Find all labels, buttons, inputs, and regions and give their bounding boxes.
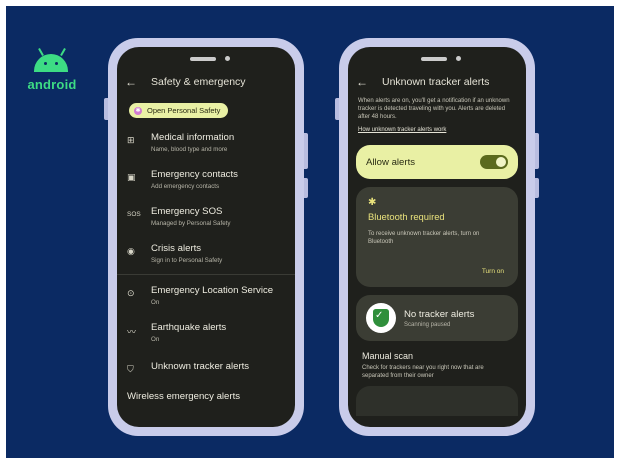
allow-alerts-label: Allow alerts xyxy=(366,156,416,168)
list-item-unknown-tracker-alerts[interactable]: ⛉ Unknown tracker alerts xyxy=(117,361,295,375)
allow-alerts-row[interactable]: Allow alerts xyxy=(356,145,518,179)
allow-alerts-toggle[interactable] xyxy=(480,155,508,169)
background-stage: android ← Safety & emergency ✱ Open Pers… xyxy=(6,6,614,458)
list-item-emergency-location-service[interactable]: ⊙ Emergency Location Service On xyxy=(117,285,295,306)
section-title-wireless-emergency-alerts[interactable]: Wireless emergency alerts xyxy=(117,391,295,402)
item-subtitle: Add emergency contacts xyxy=(151,183,220,190)
screen-unknown-tracker-alerts: ← Unknown tracker alerts When alerts are… xyxy=(348,47,526,427)
bluetooth-title: Bluetooth required xyxy=(368,211,445,222)
crisis-alert-icon: ◉ xyxy=(127,246,135,256)
item-title: Emergency contacts xyxy=(151,169,238,180)
speaker-grille xyxy=(421,57,447,61)
volume-button xyxy=(535,133,539,169)
app-bar: ← Unknown tracker alerts xyxy=(348,69,526,95)
item-subtitle: Sign in to Personal Safety xyxy=(151,257,223,264)
side-button xyxy=(335,98,339,120)
manual-scan-text: Check for trackers near you right now th… xyxy=(362,365,484,379)
power-button xyxy=(304,178,308,198)
location-pin-icon: ⊙ xyxy=(127,288,135,298)
item-subtitle: Managed by Personal Safety xyxy=(151,220,231,227)
sos-icon: SOS xyxy=(127,211,141,218)
bluetooth-icon: ✱ xyxy=(368,197,377,208)
contact-card-icon: ▣ xyxy=(127,172,136,182)
front-camera xyxy=(225,56,230,61)
manual-scan-button[interactable] xyxy=(356,386,518,416)
arrow-left-icon[interactable]: ← xyxy=(356,75,374,89)
android-logo: android xyxy=(24,48,80,96)
how-it-works-link[interactable]: How unknown tracker alerts work xyxy=(348,121,526,133)
pill-label: Open Personal Safety xyxy=(147,106,221,115)
screen-safety-emergency: ← Safety & emergency ✱ Open Personal Saf… xyxy=(117,47,295,427)
list-item-earthquake-alerts[interactable]: 〰 Earthquake alerts On xyxy=(117,322,295,343)
list-item-crisis-alerts[interactable]: ◉ Crisis alerts Sign in to Personal Safe… xyxy=(117,243,295,264)
turn-on-button[interactable]: Turn on xyxy=(482,268,504,275)
android-wordmark: android xyxy=(27,77,77,92)
item-subtitle: On xyxy=(151,299,160,306)
speaker-grille xyxy=(190,57,216,61)
no-tracker-alerts-card: ✓ No tracker alerts Scanning paused xyxy=(356,295,518,341)
shield-icon: ⛉ xyxy=(127,364,134,374)
medical-id-icon: ⊞ xyxy=(127,135,135,145)
list-item-emergency-sos[interactable]: SOS Emergency SOS Managed by Personal Sa… xyxy=(117,206,295,227)
status-subtitle: Scanning paused xyxy=(404,321,451,328)
description-text: When alerts are on, you'll get a notific… xyxy=(358,98,510,120)
phone-bezel xyxy=(348,47,526,69)
list-item-emergency-contacts[interactable]: ▣ Emergency contacts Add emergency conta… xyxy=(117,169,295,190)
item-subtitle: On xyxy=(151,336,160,343)
antenna-right xyxy=(60,48,66,56)
status-title: No tracker alerts xyxy=(404,308,475,320)
volume-button xyxy=(304,133,308,169)
phone-left: ← Safety & emergency ✱ Open Personal Saf… xyxy=(104,38,308,436)
power-button xyxy=(535,178,539,198)
item-title: Crisis alerts xyxy=(151,243,202,254)
arrow-left-icon[interactable]: ← xyxy=(125,75,143,89)
app-bar: ← Safety & emergency xyxy=(117,69,295,95)
android-head-icon xyxy=(34,54,68,72)
front-camera xyxy=(456,56,461,61)
phone-right: ← Unknown tracker alerts When alerts are… xyxy=(335,38,539,436)
open-personal-safety-button[interactable]: ✱ Open Personal Safety xyxy=(129,103,229,118)
item-title: Earthquake alerts xyxy=(151,322,227,333)
item-subtitle: Name, blood type and more xyxy=(151,146,228,153)
shield-check-icon: ✓ xyxy=(366,303,396,333)
page-title: Unknown tracker alerts xyxy=(382,76,490,88)
bluetooth-text: To receive unknown tracker alerts, turn … xyxy=(368,231,480,245)
earthquake-icon: 〰 xyxy=(127,327,137,337)
item-title: Medical information xyxy=(151,132,235,143)
personal-safety-icon: ✱ xyxy=(134,106,142,115)
side-button xyxy=(104,98,108,120)
check-icon: ✓ xyxy=(375,310,384,321)
list-item-medical-information[interactable]: ⊞ Medical information Name, blood type a… xyxy=(117,132,295,153)
item-title: Emergency SOS xyxy=(151,206,223,217)
item-title: Unknown tracker alerts xyxy=(151,361,250,372)
item-title: Emergency Location Service xyxy=(151,285,274,296)
manual-scan-title: Manual scan xyxy=(362,351,414,361)
bluetooth-required-card: ✱ Bluetooth required To receive unknown … xyxy=(356,187,518,287)
page-title: Safety & emergency xyxy=(151,76,246,88)
phone-bezel xyxy=(117,47,295,69)
